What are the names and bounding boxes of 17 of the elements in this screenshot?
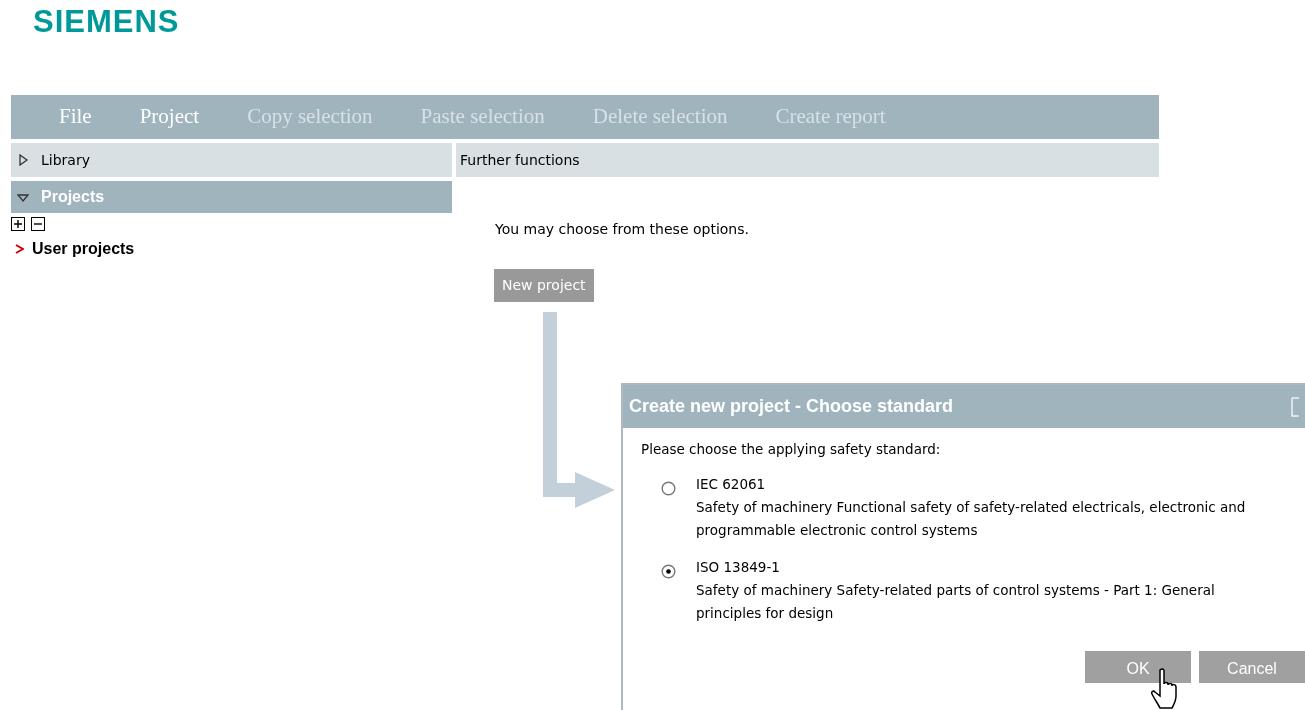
new-project-button[interactable]: New project	[494, 269, 594, 302]
menu-item[interactable]: File	[11, 101, 92, 133]
instruction-text: You may choose from these options.	[495, 220, 750, 239]
menu-item[interactable]: Project	[91, 101, 200, 133]
tree-item[interactable]: User projects	[32, 237, 135, 261]
section-header[interactable]: Projects	[11, 181, 452, 213]
ok-button[interactable]: OK	[1085, 651, 1191, 683]
panel-header: Further functions	[456, 143, 1159, 177]
option-description: Safety of machinery Functional safety of safety-related electricals, electronic and programmable electronic control systems	[696, 498, 1247, 541]
company-logo: SIEMENS	[32, 3, 181, 41]
cancel-button[interactable]: Cancel	[1199, 651, 1305, 683]
dialog-title: Create new project - Choose standard	[629, 395, 954, 418]
option-code: IEC 62061	[696, 475, 767, 495]
option-description: Safety of machinery Safety-related parts of control systems - Part 1: General principles for design	[696, 581, 1216, 624]
dialog-prompt: Please choose the applying safety standard:	[641, 440, 942, 459]
section-header[interactable]: Library	[11, 143, 452, 177]
option-code: ISO 13849-1	[696, 558, 781, 578]
